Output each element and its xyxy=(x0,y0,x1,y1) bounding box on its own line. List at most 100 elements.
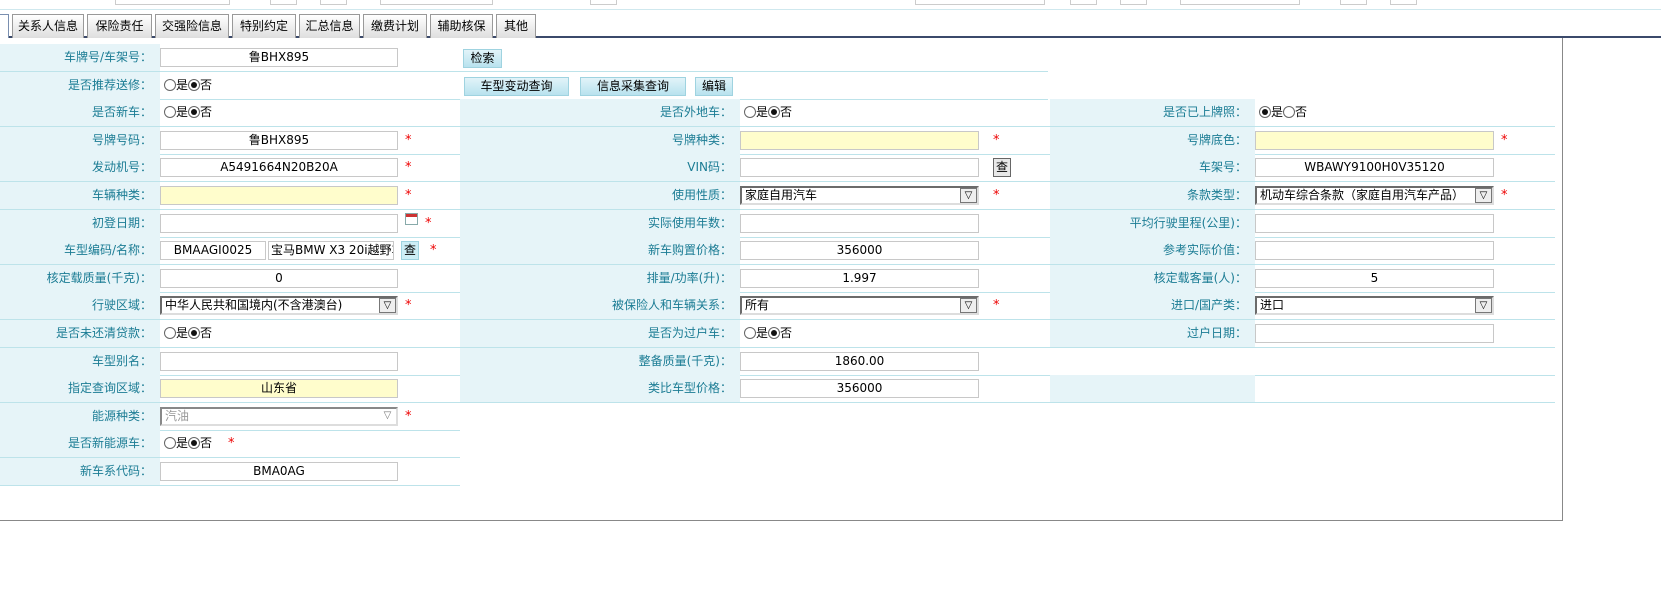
form-row: 核定载质量(千克)： 0 排量/功率(升)： 1.997 核定载客量(人)： 5 xyxy=(0,264,1555,293)
radio-label: 否 xyxy=(200,436,213,451)
field-label: 车型别名： xyxy=(0,347,160,375)
partial-input[interactable] xyxy=(380,0,493,5)
text-input[interactable]: 鲁BHX895 xyxy=(160,130,398,150)
field-label: 是否推荐送修： xyxy=(0,71,160,99)
text-input[interactable]: WBAWY9100H0V35120 xyxy=(1255,158,1494,178)
partial-input[interactable] xyxy=(1120,0,1147,5)
edit-button[interactable]: 编辑 xyxy=(695,76,733,96)
text-input[interactable] xyxy=(160,213,398,233)
info-collect-query-button[interactable]: 信息采集查询 xyxy=(580,76,686,96)
select-dropdown[interactable]: 进口 ▽ xyxy=(1255,296,1494,316)
partial-input[interactable] xyxy=(115,0,230,5)
tab-summary[interactable]: 汇总信息 xyxy=(299,14,360,38)
text-input[interactable] xyxy=(1255,213,1494,233)
field-label: 发动机号： xyxy=(0,154,160,182)
radio-checked[interactable] xyxy=(768,106,781,119)
text-input[interactable] xyxy=(740,213,979,233)
text-input[interactable]: BMA0AG xyxy=(160,462,398,481)
select-dropdown[interactable]: 家庭自用汽车 ▽ xyxy=(740,186,979,205)
select-value: 家庭自用汽车 xyxy=(745,188,818,202)
text-input[interactable]: 356000 xyxy=(740,379,979,399)
text-input[interactable]: 356000 xyxy=(740,241,979,261)
select-value: 机动车综合条款（家庭自用汽车产品） xyxy=(1260,188,1465,202)
field-label: 车牌号/车架号： xyxy=(0,44,160,71)
model-name-input[interactable]: 宝马BMW X3 20i越野车 xyxy=(268,241,394,261)
radio-checked[interactable] xyxy=(188,327,201,339)
tab-active-partial[interactable] xyxy=(0,14,9,38)
radio-checked[interactable] xyxy=(1259,106,1271,119)
tab-payment-plan[interactable]: 缴费计划 xyxy=(363,14,427,38)
text-input[interactable]: 1860.00 xyxy=(740,351,979,371)
text-input[interactable] xyxy=(1255,324,1494,343)
radio-checked[interactable] xyxy=(188,78,201,91)
chevron-down-icon[interactable]: ▽ xyxy=(960,298,977,314)
field-label: 是否为过户车： xyxy=(460,320,740,347)
text-input[interactable]: 0 xyxy=(160,268,398,288)
text-input[interactable]: 5 xyxy=(1255,268,1494,288)
tab-coverage[interactable]: 保险责任 xyxy=(87,14,152,38)
top-strip xyxy=(0,0,1661,10)
form-row: 车牌号/车架号： 鲁BHX895 检索 xyxy=(0,44,1048,72)
partial-input[interactable] xyxy=(270,0,297,5)
text-input[interactable] xyxy=(1255,241,1494,261)
chevron-down-icon[interactable]: ▽ xyxy=(379,298,396,314)
form-row: 行驶区域： 中华人民共和国境内(不含港澳台) ▽ * 被保险人和车辆关系： 所有 ▽ * 进口/… xyxy=(0,292,1555,321)
text-input[interactable] xyxy=(1255,130,1494,150)
form-row: 号牌号码： 鲁BHX895 * 号牌种类： * 号牌底色： * xyxy=(0,126,1555,155)
lookup-button[interactable]: 查 xyxy=(993,158,1011,178)
partial-input[interactable] xyxy=(1070,0,1097,5)
tab-special-agreement[interactable]: 特别约定 xyxy=(232,14,296,38)
calendar-icon[interactable] xyxy=(405,212,418,225)
chevron-down-icon[interactable]: ▽ xyxy=(379,409,396,424)
partial-input[interactable] xyxy=(915,0,1045,5)
radio-group: 是否 xyxy=(164,435,212,451)
field-label: 是否已上牌照： xyxy=(1050,99,1255,127)
radio-checked[interactable] xyxy=(188,106,201,119)
partial-input[interactable] xyxy=(1340,0,1367,5)
model-code-input[interactable]: BMAAGI0025 xyxy=(160,241,266,261)
text-input[interactable]: 山东省 xyxy=(160,379,398,399)
radio-unchecked[interactable] xyxy=(164,106,176,119)
lookup-button[interactable]: 查 xyxy=(401,241,419,261)
radio-unchecked[interactable] xyxy=(164,327,176,339)
select-dropdown[interactable]: 中华人民共和国境内(不含港澳台) ▽ xyxy=(160,296,398,316)
field-label: VIN码： xyxy=(460,154,740,182)
tab-related-parties[interactable]: 关系人信息 xyxy=(12,14,84,38)
tab-compulsory-insurance[interactable]: 交强险信息 xyxy=(155,14,229,38)
select-dropdown[interactable]: 所有 ▽ xyxy=(740,296,979,316)
form-row: 是否未还清贷款：是否是否为过户车：是否过户日期： xyxy=(0,320,1555,348)
radio-checked[interactable] xyxy=(188,437,201,450)
text-input[interactable] xyxy=(740,130,979,150)
partial-input[interactable] xyxy=(590,0,617,5)
text-input[interactable] xyxy=(740,158,979,178)
text-input[interactable]: A5491664N20B20A xyxy=(160,158,398,178)
text-input[interactable]: 1.997 xyxy=(740,268,979,288)
required-asterisk: * xyxy=(405,298,412,314)
partial-input[interactable] xyxy=(1390,0,1417,5)
field-label: 条款类型： xyxy=(1050,182,1255,209)
tab-underwriting-aid[interactable]: 辅助核保 xyxy=(430,14,493,38)
model-change-query-button[interactable]: 车型变动查询 xyxy=(464,76,569,96)
radio-unchecked[interactable] xyxy=(744,327,756,339)
radio-group: 是否 xyxy=(164,325,212,341)
radio-label: 否 xyxy=(200,326,213,340)
search-button[interactable]: 检索 xyxy=(463,49,502,68)
text-input[interactable]: 鲁BHX895 xyxy=(160,48,398,67)
tab-other[interactable]: 其他 xyxy=(496,14,536,38)
chevron-down-icon[interactable]: ▽ xyxy=(1475,188,1492,203)
radio-unchecked[interactable] xyxy=(1283,106,1296,119)
radio-checked[interactable] xyxy=(768,327,781,339)
radio-unchecked[interactable] xyxy=(164,437,176,450)
chevron-down-icon[interactable]: ▽ xyxy=(1475,298,1492,314)
form-row: 车型编码/名称： BMAAGI0025 宝马BMW X3 20i越野车查 * 新车购置价… xyxy=(0,237,1555,266)
field-label xyxy=(1050,375,1255,403)
text-input[interactable] xyxy=(160,186,398,205)
partial-input[interactable] xyxy=(320,0,347,5)
chevron-down-icon[interactable]: ▽ xyxy=(960,188,977,203)
radio-unchecked[interactable] xyxy=(164,78,176,91)
select-dropdown[interactable]: 机动车综合条款（家庭自用汽车产品） ▽ xyxy=(1255,186,1494,205)
field-label: 过户日期： xyxy=(1050,320,1255,347)
partial-input[interactable] xyxy=(1180,0,1300,5)
text-input[interactable] xyxy=(160,351,398,371)
radio-unchecked[interactable] xyxy=(744,106,756,119)
